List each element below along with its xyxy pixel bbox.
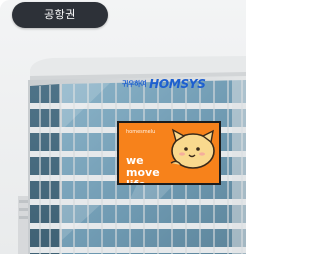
rooftop-sign-brand-text: HOMSYS — [149, 77, 206, 91]
cartoon-cat-character-icon — [170, 128, 215, 169]
rooftop-sign-korean-text: 귀우하여 — [122, 80, 147, 88]
location-chip[interactable]: 공항권 — [12, 2, 108, 28]
building-photo: 귀우하여 HOMSYS homesmelu we move life. — [0, 0, 246, 254]
billboard-brand-text: homesmelu — [126, 129, 156, 135]
rooftop-sign: 귀우하여 HOMSYS — [122, 77, 206, 91]
billboard: homesmelu we move life. — [117, 121, 221, 185]
